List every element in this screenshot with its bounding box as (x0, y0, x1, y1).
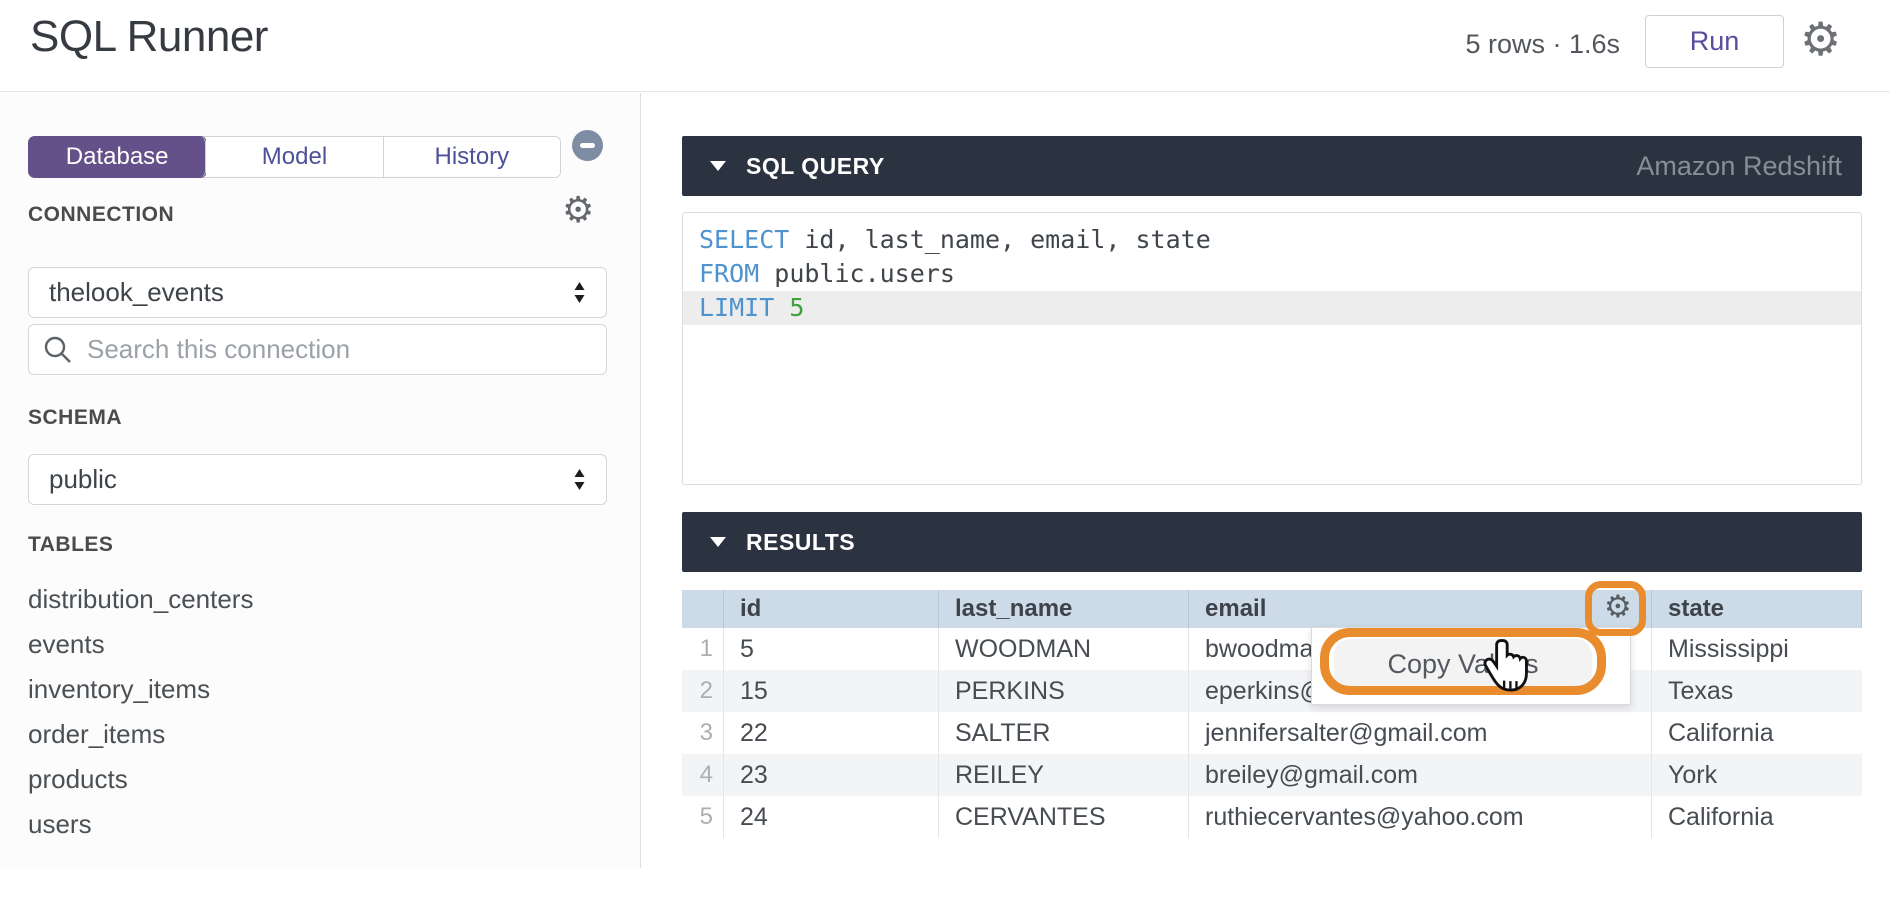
query-status: 5 rows · 1.6s (1465, 29, 1620, 60)
cell-email: ruthiecervantes@yahoo.com (1189, 796, 1652, 838)
tab-model[interactable]: Model (206, 137, 383, 177)
cell-state: Mississippi (1652, 628, 1862, 670)
main-content: SQL QUERY Amazon Redshift SELECT id, las… (642, 93, 1890, 898)
cell-id: 15 (724, 670, 939, 712)
column-header-email[interactable]: email (1189, 590, 1652, 628)
table-item-products[interactable]: products (0, 757, 640, 802)
row-number: 2 (682, 670, 724, 712)
row-number: 5 (682, 796, 724, 838)
cell-state: California (1652, 796, 1862, 838)
table-row[interactable]: 2 15 PERKINS eperkins@ya Texas (682, 670, 1862, 712)
row-number-header (682, 590, 724, 628)
top-header: SQL Runner 5 rows · 1.6s Run ⚙ (0, 0, 1890, 92)
cell-email: jennifersalter@gmail.com (1189, 712, 1652, 754)
cell-email: breiley@gmail.com (1189, 754, 1652, 796)
column-header-state[interactable]: state (1652, 590, 1862, 628)
collapse-sidebar-minus-icon[interactable] (572, 130, 603, 161)
sql-line-1: SELECT id, last_name, email, state (683, 223, 1861, 257)
row-number: 3 (682, 712, 724, 754)
cell-state: California (1652, 712, 1862, 754)
cell-id: 22 (724, 712, 939, 754)
sql-query-panel-header[interactable]: SQL QUERY Amazon Redshift (682, 136, 1862, 196)
sql-line-3-active: LIMIT 5 (683, 291, 1861, 325)
connection-label: CONNECTION (28, 203, 174, 227)
up-down-arrows-icon (573, 282, 586, 303)
table-item-inventory-items[interactable]: inventory_items (0, 667, 640, 712)
column-context-menu: Copy Values (1311, 627, 1631, 705)
tab-history[interactable]: History (384, 137, 560, 177)
cell-id: 23 (724, 754, 939, 796)
sql-editor[interactable]: SELECT id, last_name, email, state FROM … (682, 212, 1862, 485)
dialect-label: Amazon Redshift (1636, 151, 1842, 182)
row-number: 4 (682, 754, 724, 796)
table-item-events[interactable]: events (0, 622, 640, 667)
results-title: RESULTS (746, 529, 855, 556)
tab-database[interactable]: Database (29, 137, 206, 177)
cell-last-name: REILEY (939, 754, 1189, 796)
sql-runner-page: SQL Runner 5 rows · 1.6s Run ⚙ Database … (0, 0, 1890, 898)
table-item-order-items[interactable]: order_items (0, 712, 640, 757)
tables-label: TABLES (28, 533, 113, 557)
search-icon (43, 335, 73, 365)
connection-search[interactable] (28, 324, 607, 375)
cell-last-name: SALTER (939, 712, 1189, 754)
table-row[interactable]: 4 23 REILEY breiley@gmail.com York (682, 754, 1862, 796)
cell-state: Texas (1652, 670, 1862, 712)
cell-id: 5 (724, 628, 939, 670)
cell-last-name: CERVANTES (939, 796, 1189, 838)
sql-line-2: FROM public.users (683, 257, 1861, 291)
column-header-id[interactable]: id (724, 590, 939, 628)
search-input[interactable] (85, 333, 565, 366)
schema-select-value: public (49, 464, 117, 495)
cell-last-name: PERKINS (939, 670, 1189, 712)
collapse-caret-icon[interactable] (710, 161, 726, 171)
connection-select-value: thelook_events (49, 277, 224, 308)
column-gear-icon[interactable]: ⚙ (1604, 592, 1632, 623)
connection-select[interactable]: thelook_events (28, 267, 607, 318)
cell-state: York (1652, 754, 1862, 796)
up-down-arrows-icon (573, 469, 586, 490)
table-row[interactable]: 1 5 WOODMAN bwoodman@ Mississippi (682, 628, 1862, 670)
settings-gear-icon[interactable]: ⚙ (1800, 16, 1841, 62)
schema-label: SCHEMA (28, 406, 122, 430)
tables-list: distribution_centers events inventory_it… (0, 577, 640, 847)
run-button[interactable]: Run (1645, 15, 1784, 68)
sql-query-title: SQL QUERY (746, 153, 885, 180)
results-header-row: id last_name email state ⚙ (682, 590, 1862, 628)
collapse-caret-icon[interactable] (710, 537, 726, 547)
sidebar-tab-group: Database Model History (28, 136, 561, 178)
table-item-distribution-centers[interactable]: distribution_centers (0, 577, 640, 622)
copy-values-menu-item[interactable]: Copy Values (1334, 639, 1592, 690)
sidebar: Database Model History CONNECTION ⚙ thel… (0, 93, 641, 868)
cell-last-name: WOODMAN (939, 628, 1189, 670)
cell-id: 24 (724, 796, 939, 838)
connection-gear-icon[interactable]: ⚙ (562, 193, 594, 229)
page-title: SQL Runner (30, 12, 268, 62)
table-row[interactable]: 5 24 CERVANTES ruthiecervantes@yahoo.com… (682, 796, 1862, 838)
table-item-users[interactable]: users (0, 802, 640, 847)
column-header-last-name[interactable]: last_name (939, 590, 1189, 628)
results-panel-header[interactable]: RESULTS (682, 512, 1862, 572)
schema-select[interactable]: public (28, 454, 607, 505)
results-table: id last_name email state ⚙ 1 5 WOODMAN b… (682, 590, 1862, 838)
row-number: 1 (682, 628, 724, 670)
table-row[interactable]: 3 22 SALTER jennifersalter@gmail.com Cal… (682, 712, 1862, 754)
